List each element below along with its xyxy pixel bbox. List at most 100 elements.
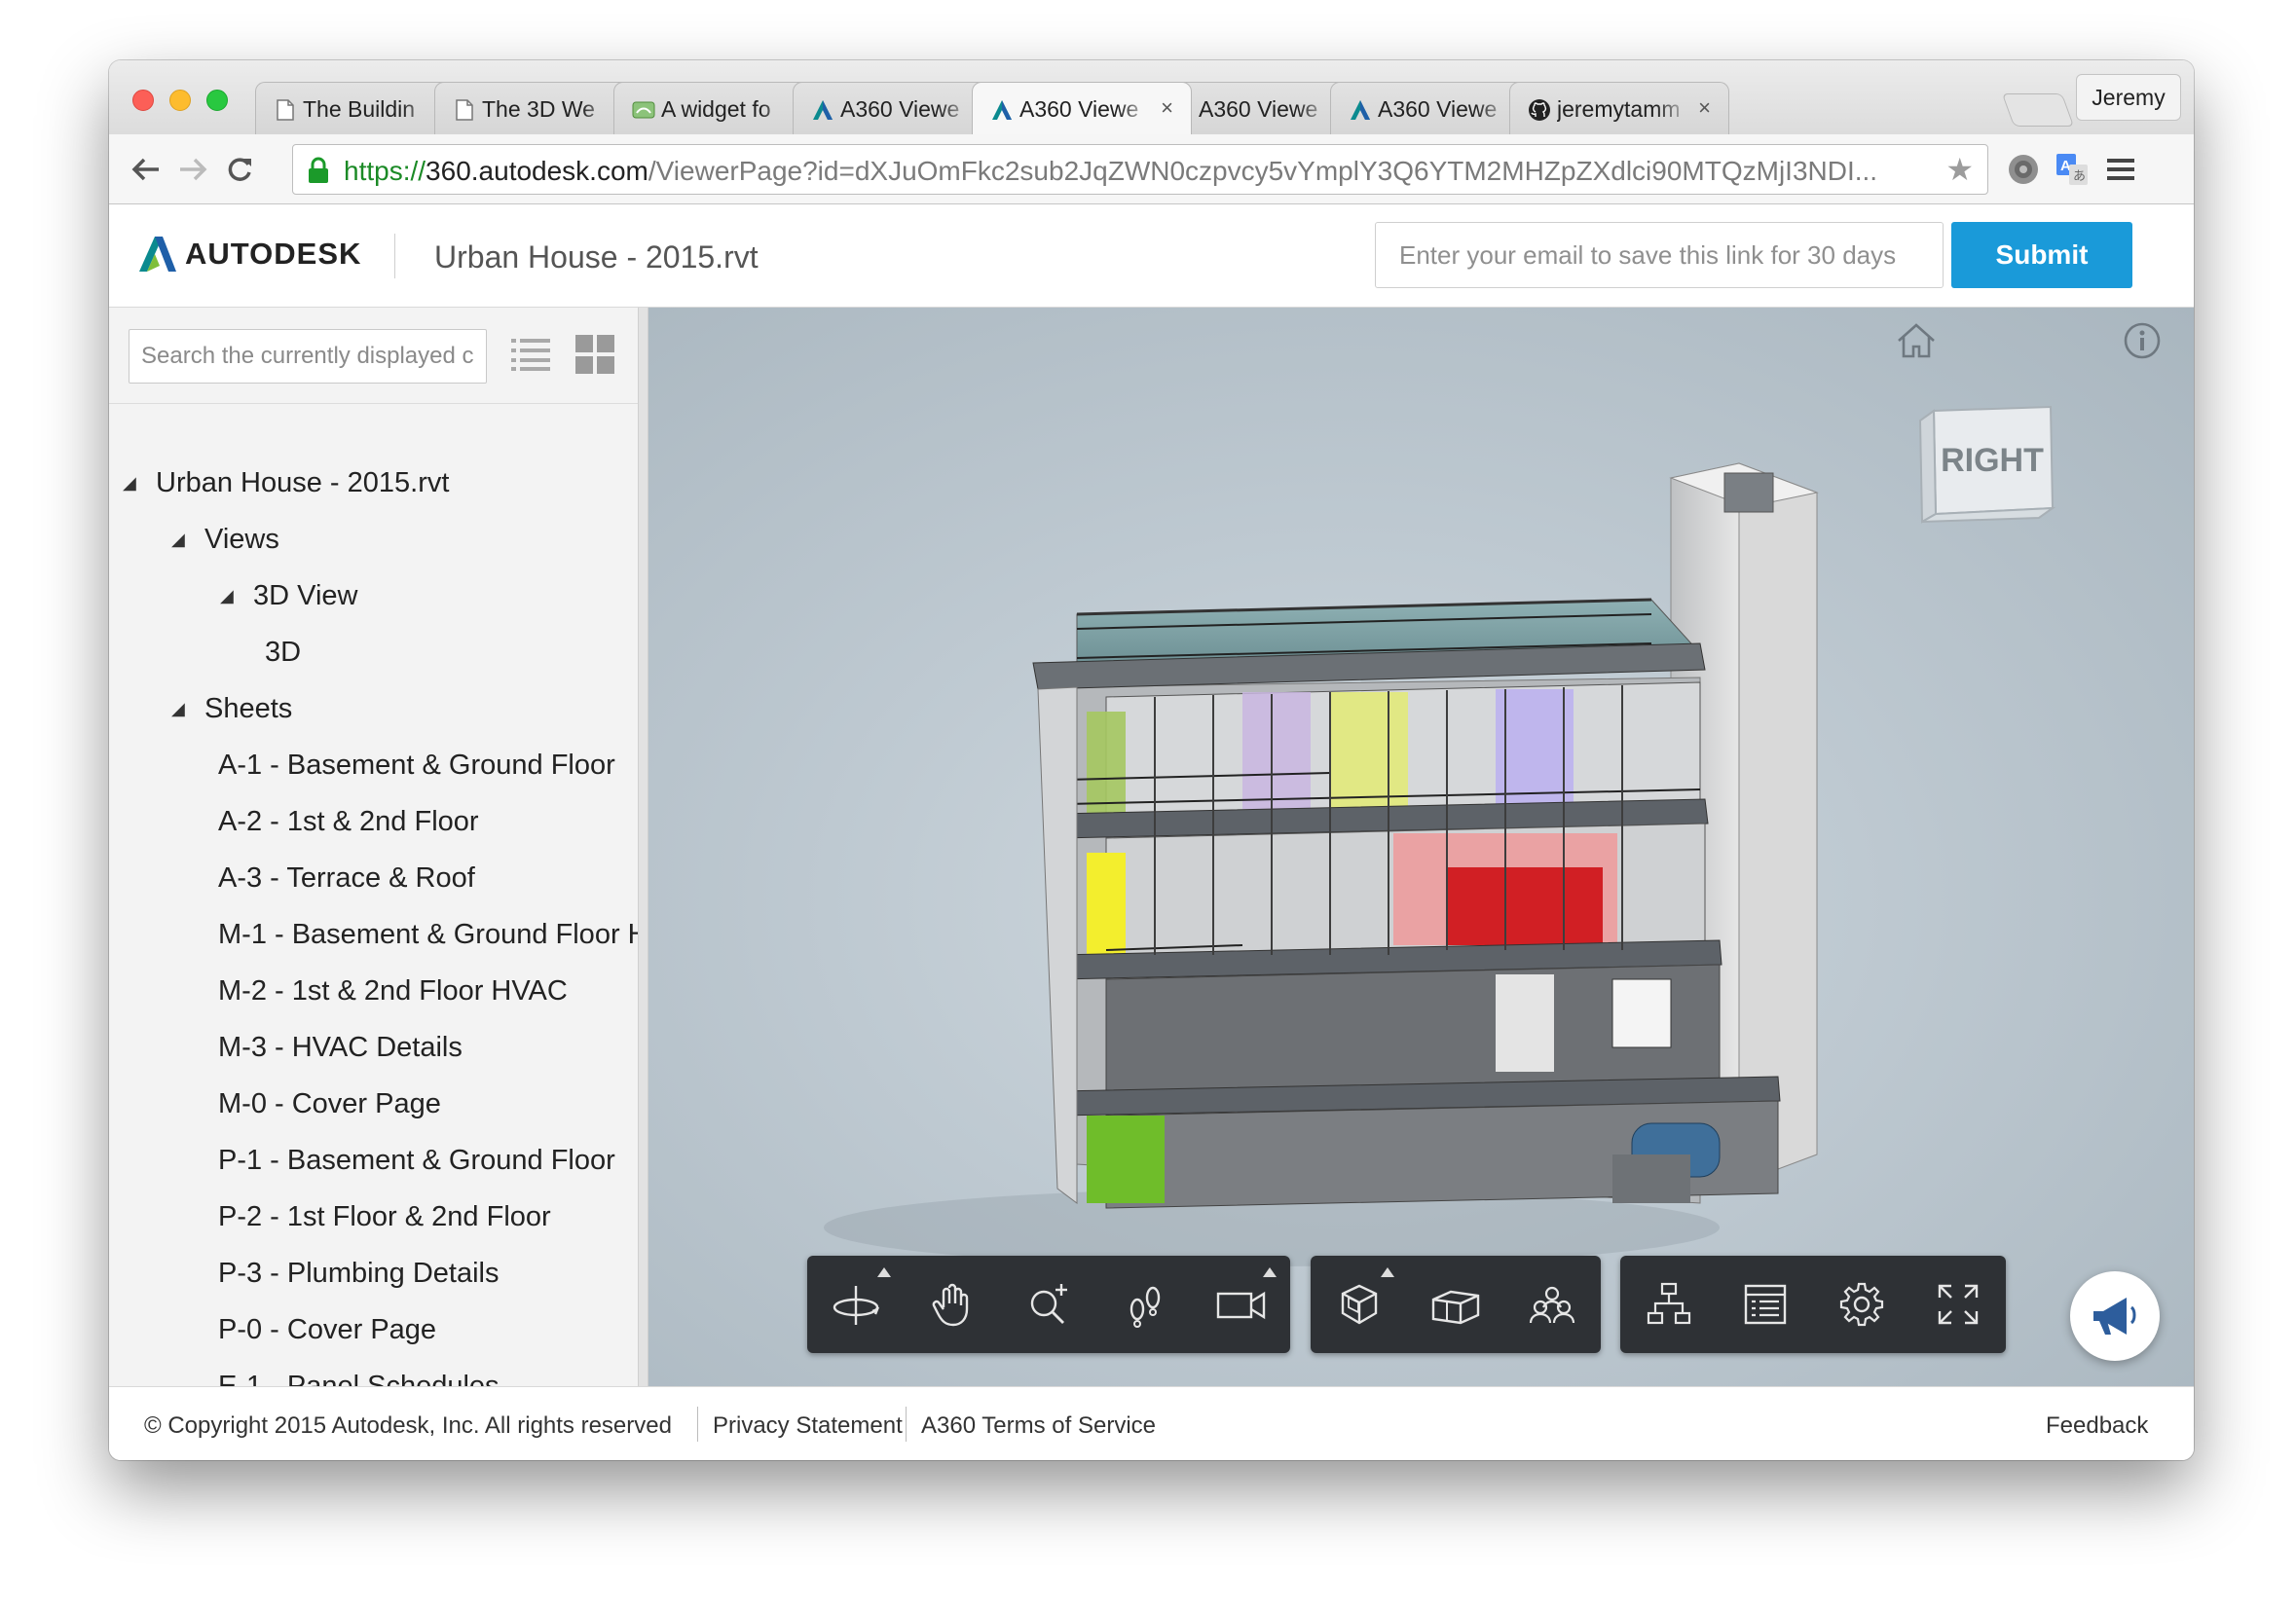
properties-button[interactable]	[1717, 1256, 1814, 1353]
expand-triangle-icon[interactable]: ◢	[123, 473, 156, 494]
sidebar-scrollbar[interactable]	[638, 308, 648, 1386]
list-view-button[interactable]	[508, 331, 553, 378]
lock-icon	[307, 157, 330, 189]
feedback-link[interactable]: Feedback	[2046, 1412, 2148, 1440]
bookmark-star-icon[interactable]: ★	[1945, 154, 1974, 185]
tree-item-3d-view[interactable]: ◢ 3D View	[220, 576, 357, 615]
reload-icon	[228, 158, 251, 181]
sheet-item[interactable]: M-0 - Cover Page	[218, 1084, 441, 1123]
url-scheme: https://	[344, 156, 426, 186]
pan-icon	[932, 1283, 969, 1327]
section-button[interactable]	[1407, 1256, 1504, 1353]
structure-tree-icon	[1647, 1282, 1691, 1325]
browser-toolbar: https://360.autodesk.com/ViewerPage?id=d…	[109, 134, 2194, 204]
hamburger-menu-icon	[2107, 159, 2134, 180]
browser-menu-button[interactable]	[2099, 148, 2142, 191]
submit-button[interactable]: Submit	[1951, 222, 2132, 288]
tree-item-label: Urban House - 2015.rvt	[156, 466, 450, 498]
autodesk-logo[interactable]: AUTODESK	[138, 236, 361, 273]
browser-tab[interactable]: jeremytamm ×	[1509, 82, 1729, 134]
tab-strip: The Buildin × The 3D We × A widget fo ×	[109, 60, 2194, 134]
tab-title: A360 Viewe	[1199, 96, 1318, 122]
page-footer: © Copyright 2015 Autodesk, Inc. All righ…	[109, 1386, 2194, 1460]
sheet-item[interactable]: M-1 - Basement & Ground Floor HVAC	[218, 915, 639, 954]
tree-item-root[interactable]: ◢ Urban House - 2015.rvt	[123, 463, 449, 502]
tab-title: The Buildin	[303, 96, 416, 122]
tree-item-views[interactable]: ◢ Views	[171, 520, 279, 559]
terms-link[interactable]: A360 Terms of Service	[921, 1412, 1156, 1440]
url-text: https://360.autodesk.com/ViewerPage?id=d…	[344, 156, 1921, 187]
pan-button[interactable]	[904, 1256, 1001, 1353]
sheet-item[interactable]: A-1 - Basement & Ground Floor	[218, 746, 615, 785]
tree-item-label: Sheets	[204, 692, 293, 724]
orbit-button[interactable]	[807, 1256, 905, 1353]
translate-icon: Aあ	[2056, 154, 2088, 185]
window-maximize-button[interactable]	[206, 90, 228, 111]
announcement-button[interactable]	[2070, 1271, 2160, 1361]
window-close-button[interactable]	[132, 90, 154, 111]
tree-item-sheets[interactable]: ◢ Sheets	[171, 689, 292, 728]
extension-button[interactable]	[2002, 148, 2045, 191]
window-minimize-button[interactable]	[169, 90, 191, 111]
people-icon	[1529, 1286, 1575, 1324]
back-arrow-icon	[131, 158, 159, 181]
new-tab-button[interactable]	[2001, 93, 2075, 127]
reload-button[interactable]	[218, 148, 261, 191]
explode-button[interactable]	[1311, 1256, 1408, 1353]
footer-divider	[906, 1407, 907, 1442]
extension-icon	[2009, 155, 2038, 184]
sheet-item[interactable]: A-3 - Terrace & Roof	[218, 859, 475, 898]
megaphone-icon	[2093, 1298, 2136, 1335]
email-field[interactable]	[1375, 222, 1944, 288]
model-tools-toolbar	[1311, 1256, 1601, 1353]
first-person-button[interactable]	[1096, 1256, 1194, 1353]
tab-close-icon[interactable]: ×	[1161, 95, 1173, 121]
gear-icon	[1839, 1282, 1884, 1327]
document-title: Urban House - 2015.rvt	[434, 239, 759, 275]
browser-tab-active[interactable]: A360 Viewe ×	[972, 82, 1192, 134]
tab-title: A360 Viewe	[840, 96, 960, 122]
tree-item-label: Views	[204, 523, 279, 555]
search-input[interactable]	[129, 329, 487, 384]
expand-triangle-icon[interactable]: ◢	[220, 586, 253, 606]
sheet-item[interactable]: M-2 - 1st & 2nd Floor HVAC	[218, 971, 568, 1010]
forward-button[interactable]	[171, 148, 214, 191]
explode-icon	[1341, 1284, 1378, 1325]
back-button[interactable]	[125, 148, 167, 191]
flyout-indicator-icon[interactable]	[1381, 1267, 1394, 1277]
url-host: 360.autodesk.com	[426, 156, 648, 186]
structure-button[interactable]	[1620, 1256, 1718, 1353]
zoom-button[interactable]	[1000, 1256, 1097, 1353]
building-model	[824, 462, 1819, 1266]
address-bar[interactable]: https://360.autodesk.com/ViewerPage?id=d…	[292, 144, 1988, 195]
sheet-item[interactable]: M-3 - HVAC Details	[218, 1028, 463, 1067]
sheet-item[interactable]: P-1 - Basement & Ground Floor	[218, 1141, 615, 1180]
orbit-icon	[833, 1286, 880, 1325]
expand-triangle-icon[interactable]: ◢	[171, 530, 204, 550]
tab-close-icon[interactable]: ×	[1698, 95, 1711, 121]
settings-button[interactable]	[1813, 1256, 1910, 1353]
autodesk-icon	[811, 97, 834, 123]
tree-item-label: 3D View	[253, 579, 358, 611]
sheet-item[interactable]: P-0 - Cover Page	[218, 1310, 436, 1349]
profile-button[interactable]: Jeremy	[2076, 74, 2181, 121]
footprints-icon	[1129, 1286, 1161, 1328]
expand-triangle-icon[interactable]: ◢	[171, 699, 204, 719]
model-browser-button[interactable]	[1503, 1256, 1601, 1353]
sheet-item[interactable]: P-3 - Plumbing Details	[218, 1254, 500, 1293]
tree-item-3d[interactable]: 3D	[265, 633, 301, 672]
properties-icon	[1744, 1284, 1787, 1325]
forward-arrow-icon	[180, 158, 207, 181]
model-browser-sidebar: ◢ Urban House - 2015.rvt ◢ Views ◢ 3D Vi…	[109, 308, 648, 1402]
3d-viewer-canvas[interactable]: RIGHT	[648, 308, 2194, 1386]
privacy-link[interactable]: Privacy Statement	[713, 1412, 903, 1440]
sheet-item[interactable]: A-2 - 1st & 2nd Floor	[218, 802, 479, 841]
grid-view-button[interactable]	[573, 331, 617, 378]
flyout-indicator-icon[interactable]	[877, 1267, 891, 1277]
footer-divider	[697, 1407, 698, 1442]
sheet-item[interactable]: P-2 - 1st Floor & 2nd Floor	[218, 1197, 551, 1236]
camera-button[interactable]	[1193, 1256, 1290, 1353]
fullscreen-button[interactable]	[1909, 1256, 2007, 1353]
flyout-indicator-icon[interactable]	[1263, 1267, 1277, 1277]
translate-button[interactable]: Aあ	[2051, 148, 2093, 191]
